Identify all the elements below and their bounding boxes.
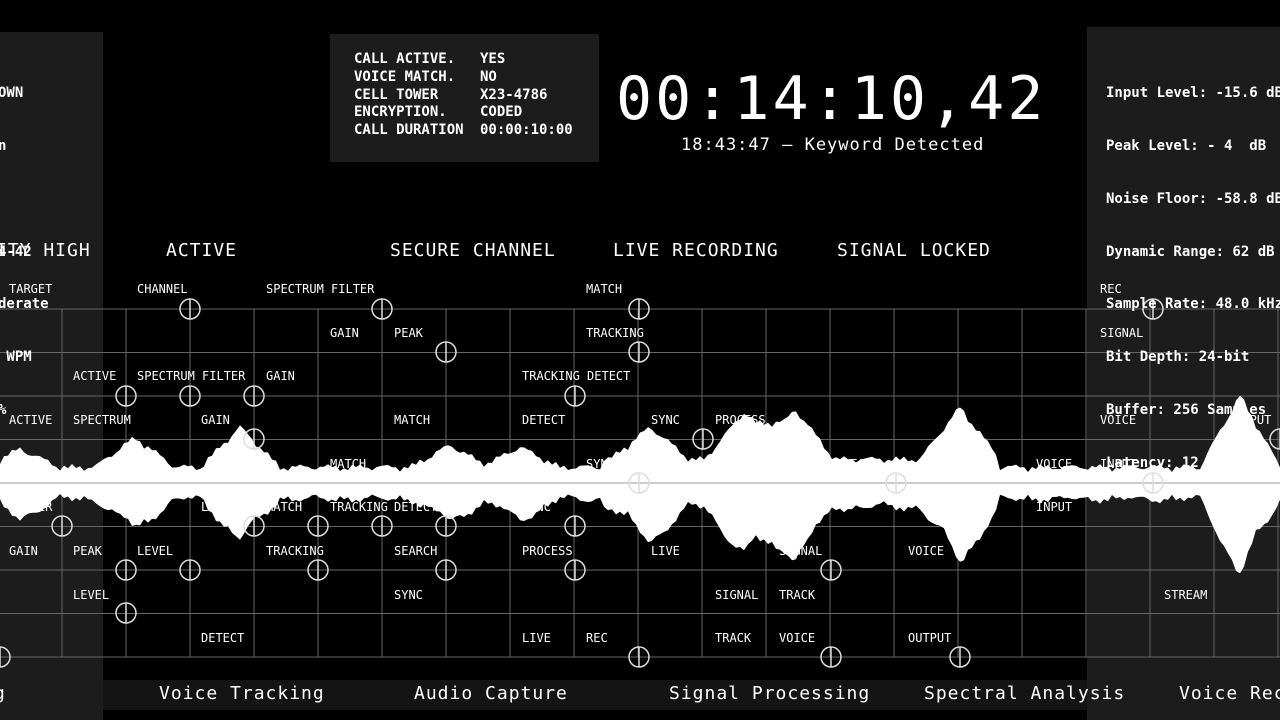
left-line: % bbox=[0, 402, 49, 420]
status-active: ACTIVE bbox=[166, 240, 238, 261]
grid-label: VOICE bbox=[1036, 457, 1072, 471]
grid-label: TRACK bbox=[715, 631, 752, 645]
left-line: n bbox=[0, 137, 7, 154]
status-priority: ITY HIGH bbox=[0, 240, 91, 261]
grid-label: VOICE bbox=[779, 631, 815, 645]
grid-label: REC bbox=[843, 457, 865, 471]
grid-label: SEARCH bbox=[394, 544, 437, 558]
stat-dynamic-range: Dynamic Range: 62 dB bbox=[1106, 243, 1275, 260]
grid-label: PROCESS bbox=[715, 413, 766, 427]
grid-label: PROCESS bbox=[522, 544, 573, 558]
grid-label: SIGNAL bbox=[779, 544, 822, 558]
stat-sample-rate: Sample Rate: 48.0 kHz bbox=[1106, 296, 1280, 313]
status-live-recording: LIVE RECORDING bbox=[613, 240, 779, 261]
grid-label: TRACKING DETECT bbox=[522, 369, 630, 383]
grid-label: TRACKING bbox=[266, 544, 324, 558]
left-line bbox=[0, 191, 49, 209]
grid-label: SPECTRUM FILTER bbox=[137, 369, 246, 383]
grid-label: SPECTRUM FILTER bbox=[266, 282, 375, 296]
keyword-timestamp: 18:43:47 — Keyword Detected bbox=[681, 135, 985, 155]
grid-label: VOICE bbox=[908, 544, 944, 558]
grid-label: GAIN bbox=[330, 326, 359, 340]
mode-tab-signal-processing[interactable]: Signal Processing bbox=[669, 683, 870, 704]
grid-label: SYNC bbox=[522, 500, 551, 514]
stat-peak-level: Peak Level: - 4 dB bbox=[1106, 137, 1267, 154]
audio-waveform bbox=[0, 395, 1280, 574]
left-line: WPM bbox=[0, 349, 32, 366]
grid-label: GAIN bbox=[9, 544, 38, 558]
grid-label: INPUT bbox=[1036, 500, 1072, 514]
grid-label: TRACKING bbox=[586, 326, 644, 340]
left-line: OWN bbox=[0, 85, 24, 102]
stat-latency: Latency: 12 ms bbox=[1106, 454, 1225, 471]
mode-tab-voice-tracking[interactable]: Voice Tracking bbox=[159, 683, 325, 704]
call-info-panel: CALL ACTIVE. YES VOICE MATCH. NO CELL TO… bbox=[330, 34, 599, 162]
audio-stats-list: Input Level: -15.6 dB Peak Level: - 4 dB… bbox=[1106, 50, 1280, 490]
grid-label: FILTER bbox=[9, 500, 53, 514]
grid-label: LIVE bbox=[651, 544, 680, 558]
grid-label: STREAM bbox=[1164, 588, 1207, 602]
grid-label: REAL TIME bbox=[715, 457, 780, 471]
grid-label: MATCH bbox=[586, 282, 622, 296]
grid-label: SPECTRUM bbox=[73, 413, 131, 427]
grid-label: DETECT bbox=[201, 631, 244, 645]
encryption-label: ENCRYPTION. bbox=[354, 104, 447, 120]
grid-label: GAIN bbox=[201, 413, 230, 427]
stat-buffer: Buffer: 256 Samples bbox=[1106, 401, 1267, 418]
mode-tab-voice-recognition[interactable]: Voice Reco bbox=[1179, 683, 1280, 704]
voice-match-value: NO bbox=[480, 69, 497, 85]
grid-label: LEVEL bbox=[201, 500, 237, 514]
grid-label: REC bbox=[586, 631, 608, 645]
grid-label: MATCH bbox=[266, 500, 302, 514]
status-signal-locked: SIGNAL LOCKED bbox=[837, 240, 991, 261]
grid-label: DETECT bbox=[522, 413, 565, 427]
voice-match-label: VOICE MATCH. bbox=[354, 69, 456, 85]
grid-label: OUTPUT bbox=[908, 631, 951, 645]
mode-tab-partial[interactable]: g bbox=[0, 683, 6, 704]
call-active-value: YES bbox=[480, 51, 506, 67]
grid-label: CHANNEL bbox=[137, 282, 188, 296]
stat-bit-depth: Bit Depth: 24-bit bbox=[1106, 349, 1250, 366]
call-active-label: CALL ACTIVE. bbox=[354, 51, 456, 67]
call-duration-value: 00:00:10:00 bbox=[480, 122, 573, 138]
mode-tab-spectral-analysis[interactable]: Spectral Analysis bbox=[924, 683, 1125, 704]
status-secure-channel: SECURE CHANNEL bbox=[390, 240, 556, 261]
grid-label: GAIN bbox=[266, 369, 295, 383]
grid-label: LIVE bbox=[522, 631, 551, 645]
grid-label: SIGNAL bbox=[715, 588, 758, 602]
grid-label: PEAK bbox=[394, 326, 424, 340]
grid-label: PEAK bbox=[73, 544, 103, 558]
grid-label: TRACKING bbox=[330, 500, 388, 514]
grid-label: LEVEL bbox=[73, 588, 109, 602]
grid-label: SYNC bbox=[651, 413, 680, 427]
grid-label: MATCH bbox=[394, 413, 430, 427]
mode-tab-audio-capture[interactable]: Audio Capture bbox=[414, 683, 568, 704]
grid-label: LIVE bbox=[779, 457, 808, 471]
encryption-value: CODED bbox=[480, 104, 523, 120]
cell-tower-label: CELL TOWER bbox=[354, 87, 439, 103]
grid-label: MATCH bbox=[330, 457, 366, 471]
stat-input-level: Input Level: -15.6 dB bbox=[1106, 85, 1280, 102]
cell-tower-value: X23-4786 bbox=[480, 87, 548, 103]
grid-label: DETECT bbox=[394, 500, 437, 514]
grid-label: ACTIVE bbox=[73, 369, 116, 383]
grid-label: SYNC bbox=[394, 588, 423, 602]
stat-noise-floor: Noise Floor: -58.8 dB bbox=[1106, 190, 1280, 207]
grid-label: LEVEL bbox=[137, 544, 173, 558]
call-duration-label: CALL DURATION bbox=[354, 122, 464, 138]
left-line: derate bbox=[0, 296, 49, 313]
elapsed-timer: 00:14:10,42 bbox=[616, 64, 1047, 134]
grid-label: SYNC bbox=[586, 457, 615, 471]
grid-label: TRACK bbox=[779, 588, 816, 602]
